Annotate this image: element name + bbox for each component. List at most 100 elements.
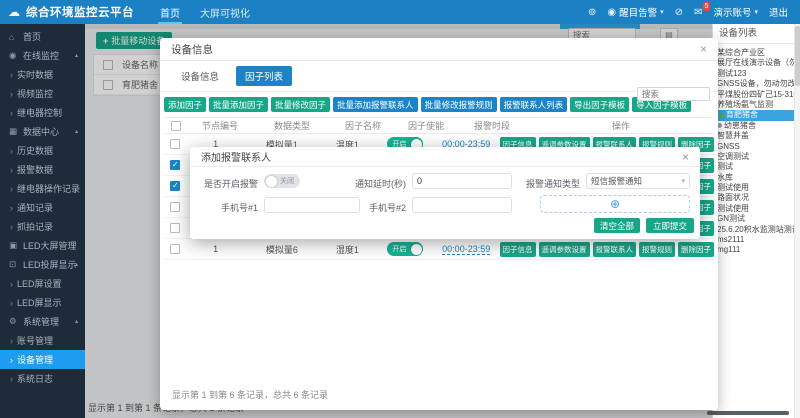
- toolbar-button-3[interactable]: 批量添加报警联系人: [333, 97, 418, 112]
- sidebar-item-3[interactable]: ›视频监控: [0, 84, 85, 103]
- nav-home[interactable]: 首页: [150, 0, 190, 24]
- enable-alarm-toggle[interactable]: 关闭: [264, 174, 300, 188]
- device-tree-item-2[interactable]: 测试123: [717, 69, 800, 79]
- device-tree-item-12[interactable]: 水库: [717, 173, 800, 183]
- toolbar-button-1[interactable]: 批量添加因子: [209, 97, 268, 112]
- device-tree-item-13[interactable]: 测试使用: [717, 183, 800, 193]
- sidebar-item-9[interactable]: ›通知记录: [0, 198, 85, 217]
- tab-device-info[interactable]: 设备信息: [172, 66, 228, 86]
- device-tree-item-7[interactable]: 幼崽猪舍: [717, 121, 800, 131]
- device-tree-item-11[interactable]: 测试: [717, 162, 800, 172]
- alarm-type-select[interactable]: 短信报警通知 ▾: [586, 173, 690, 189]
- device-tree-item-8[interactable]: 智慧井盖: [717, 131, 800, 141]
- data-type-cell: 模拟量6: [245, 243, 319, 256]
- submit-button[interactable]: 立即提交: [646, 218, 694, 233]
- chevron-up-icon: ▴: [75, 128, 78, 135]
- sidebar-item-16[interactable]: ›账号管理: [0, 331, 85, 350]
- messages-button[interactable]: ✉ 5: [694, 7, 702, 18]
- sidebar-item-13[interactable]: ›LED屏设置: [0, 274, 85, 293]
- sidebar-item-12[interactable]: ⊡LED投屏显示▴: [0, 255, 85, 274]
- factor-row-5: 1模拟量6湿度1开启00:00-23:59因子信息遥调参数设置报警联系人报警规则…: [164, 239, 714, 260]
- tab-factor-list[interactable]: 因子列表: [236, 66, 292, 86]
- sidebar-menu: ⌂首页◉在线监控▴›实时数据›视频监控›继电器控制▦数据中心▴›历史数据›报警数…: [0, 27, 85, 388]
- toolbar-button-0[interactable]: 添加因子: [164, 97, 206, 112]
- device-tree-item-14[interactable]: 路面状况: [717, 193, 800, 203]
- device-tree-item-3[interactable]: GNSS设备，勿动勿改: [717, 79, 800, 89]
- alarm-period-link[interactable]: 00:00-23:59: [442, 244, 490, 255]
- sidebar-item-2[interactable]: ›实时数据: [0, 65, 85, 84]
- sidebar-item-6[interactable]: ›历史数据: [0, 141, 85, 160]
- nav-home-label: 首页: [160, 5, 180, 20]
- row-checkbox[interactable]: [170, 223, 180, 233]
- dialog-close-icon[interactable]: ×: [682, 150, 689, 164]
- factor-enable-toggle[interactable]: 开启: [387, 242, 423, 256]
- device-tree-item-5[interactable]: 养殖场氨气监测: [717, 100, 800, 110]
- toolbar-button-4[interactable]: 批量修改报警规则: [421, 97, 497, 112]
- row-checkbox[interactable]: [170, 244, 180, 254]
- action-button-4[interactable]: 删除因子: [678, 242, 714, 257]
- sidebar-item-8[interactable]: ›继电器操作记录: [0, 179, 85, 198]
- chevron-right-icon: ›: [10, 203, 13, 213]
- action-button-1[interactable]: 遥调参数设置: [539, 242, 590, 257]
- sidebar-item-5[interactable]: ▦数据中心▴: [0, 122, 85, 141]
- device-tree-item-6[interactable]: 育肥猪舍: [717, 110, 800, 120]
- device-tree-item-18[interactable]: ms2111: [717, 235, 800, 245]
- sidebar-item-18[interactable]: ›系统日志: [0, 369, 85, 388]
- row-checkbox[interactable]: [170, 181, 180, 191]
- action-button-0[interactable]: 因子信息: [500, 242, 536, 257]
- announcement-icon[interactable]: ⊚: [588, 7, 596, 18]
- device-tree-item-10[interactable]: 空调测试: [717, 152, 800, 162]
- chevron-right-icon: ›: [10, 146, 13, 156]
- toolbar-button-5[interactable]: 报警联系人列表: [500, 97, 568, 112]
- device-tree-item-15[interactable]: 测试使用: [717, 204, 800, 214]
- nav-bigscreen[interactable]: 大屏可视化: [190, 0, 260, 24]
- row-checkbox[interactable]: [170, 139, 180, 149]
- action-button-2[interactable]: 报警联系人: [593, 242, 637, 257]
- sidebar-item-17[interactable]: ›设备管理: [0, 350, 85, 369]
- row-checkbox-cell: [164, 244, 186, 255]
- select-all-checkbox[interactable]: [171, 121, 181, 131]
- panel-scrollbar-track[interactable]: [794, 24, 800, 418]
- chevron-up-icon: ▴: [75, 318, 78, 325]
- row-checkbox[interactable]: [170, 160, 180, 170]
- gear-icon: ⚙: [9, 316, 20, 327]
- alert-menu[interactable]: ◉ 醒目告警 ▾: [607, 5, 663, 19]
- account-menu[interactable]: 演示账号 ▾: [713, 5, 758, 19]
- toolbar-button-6[interactable]: 导出因子模板: [570, 97, 629, 112]
- sidebar-item-label: 账号管理: [17, 334, 53, 347]
- logo-cloud-icon: ☁: [8, 5, 20, 19]
- modal-close-icon[interactable]: ×: [700, 42, 707, 56]
- device-name: 空调测试: [717, 152, 749, 162]
- device-tree-item-4[interactable]: 平煤股份四矿己15-31010: [717, 90, 800, 100]
- phone1-input[interactable]: [264, 197, 360, 213]
- device-tree-item-16[interactable]: GN测试: [717, 214, 800, 224]
- device-tree-item-19[interactable]: mg111: [717, 245, 800, 255]
- action-button-3[interactable]: 报警规则: [639, 242, 675, 257]
- device-tree-item-9[interactable]: GNSS: [717, 142, 800, 152]
- toolbar-button-2[interactable]: 批量修改因子: [271, 97, 330, 112]
- sidebar-item-14[interactable]: ›LED屏显示: [0, 293, 85, 312]
- panel-scrollbar-thumb[interactable]: [795, 26, 800, 86]
- sidebar-item-1[interactable]: ◉在线监控▴: [0, 46, 85, 65]
- sidebar-item-10[interactable]: ›抓拍记录: [0, 217, 85, 236]
- device-tree: 某综合产业区展厅在线演示设备（勿动）测试123GNSS设备，勿动勿改平煤股份四矿…: [713, 44, 800, 256]
- row-checkbox[interactable]: [170, 202, 180, 212]
- sidebar-item-4[interactable]: ›继电器控制: [0, 103, 85, 122]
- notify-delay-input[interactable]: [412, 173, 512, 189]
- add-phone-button[interactable]: ⊕: [540, 195, 690, 213]
- sidebar-item-7[interactable]: ›报警数据: [0, 160, 85, 179]
- horizontal-scrollbar-thumb[interactable]: [707, 411, 789, 415]
- device-tree-item-17[interactable]: 25.6.20积水监测站测试: [717, 225, 800, 235]
- device-tree-item-1[interactable]: 展厅在线演示设备（勿动）: [717, 58, 800, 68]
- factor-search-input[interactable]: [637, 87, 710, 101]
- sidebar-item-11[interactable]: ▣LED大屏管理: [0, 236, 85, 255]
- phone2-input[interactable]: [412, 197, 512, 213]
- sidebar-item-0[interactable]: ⌂首页: [0, 27, 85, 46]
- phone1-label: 手机号#1: [196, 201, 258, 214]
- mute-alarm-icon[interactable]: ⊘: [675, 7, 683, 18]
- sidebar-item-15[interactable]: ⚙系统管理▴: [0, 312, 85, 331]
- logout-button[interactable]: 退出: [769, 5, 788, 19]
- device-tree-item-0[interactable]: 某综合产业区: [717, 48, 800, 58]
- clear-all-button[interactable]: 清空全部: [594, 218, 640, 233]
- chevron-right-icon: ›: [10, 374, 13, 384]
